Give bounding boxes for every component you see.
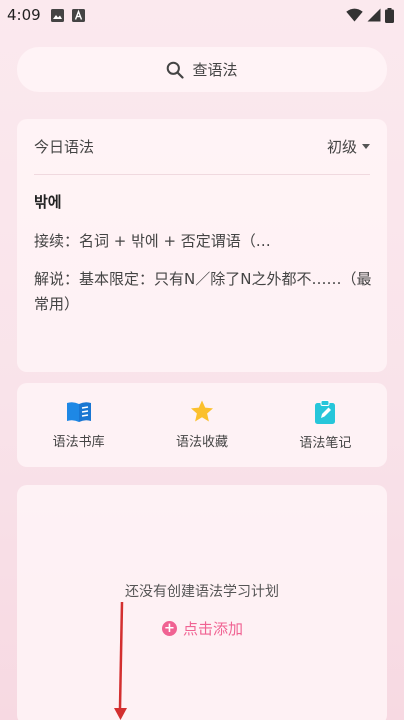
signal-icon bbox=[367, 8, 381, 22]
status-time: 4:09 bbox=[7, 6, 41, 24]
today-grammar-title: 今日语法 bbox=[34, 138, 95, 156]
plus-circle-icon: + bbox=[162, 621, 177, 636]
status-bar: 4:09 bbox=[0, 0, 404, 30]
search-label: 查语法 bbox=[192, 61, 238, 79]
grammar-explanation: 解说：基本限定：只有N／除了N之外都不……（最常用） bbox=[34, 270, 372, 313]
grammar-connection: 接续：名词 + 밖에 + 否定谓语（… bbox=[34, 232, 271, 250]
level-selector[interactable]: 初级 bbox=[327, 136, 370, 157]
notepad-icon bbox=[315, 399, 336, 424]
star-icon bbox=[190, 400, 213, 422]
caret-down-icon bbox=[362, 144, 370, 149]
search-bar[interactable]: 查语法 bbox=[17, 47, 387, 92]
tool-grammar-notes[interactable]: 语法笔记 bbox=[264, 383, 387, 467]
tool-grammar-library[interactable]: 语法书库 bbox=[17, 383, 140, 467]
search-icon bbox=[167, 61, 185, 79]
level-label: 初级 bbox=[326, 138, 357, 156]
red-arrow-annotation bbox=[114, 601, 127, 720]
tool-label: 语法收藏 bbox=[175, 435, 228, 450]
add-plan-label: 点击添加 bbox=[183, 620, 244, 638]
plan-empty-text: 还没有创建语法学习计划 bbox=[125, 584, 279, 600]
grammar-word: 밖에 bbox=[34, 193, 62, 211]
today-grammar-card[interactable]: 今日语法 初级 밖에 接续：名词 + 밖에 + 否定谓语（… 解说：基本限定：只… bbox=[17, 119, 387, 372]
tool-label: 语法笔记 bbox=[299, 435, 352, 451]
tools-card: 语法书库 语法收藏 语法笔记 bbox=[17, 383, 387, 467]
battery-icon bbox=[385, 7, 394, 23]
wifi-icon bbox=[346, 8, 363, 22]
tool-label: 语法书库 bbox=[52, 434, 105, 450]
book-icon bbox=[66, 401, 91, 422]
today-grammar-header: 今日语法 初级 bbox=[34, 119, 370, 175]
gallery-icon bbox=[50, 8, 64, 22]
a-notification-icon bbox=[71, 8, 85, 22]
add-plan-button[interactable]: + 点击添加 bbox=[162, 618, 243, 639]
study-plan-card: 还没有创建语法学习计划 + 点击添加 bbox=[17, 485, 387, 720]
tool-grammar-favorites[interactable]: 语法收藏 bbox=[140, 383, 263, 467]
